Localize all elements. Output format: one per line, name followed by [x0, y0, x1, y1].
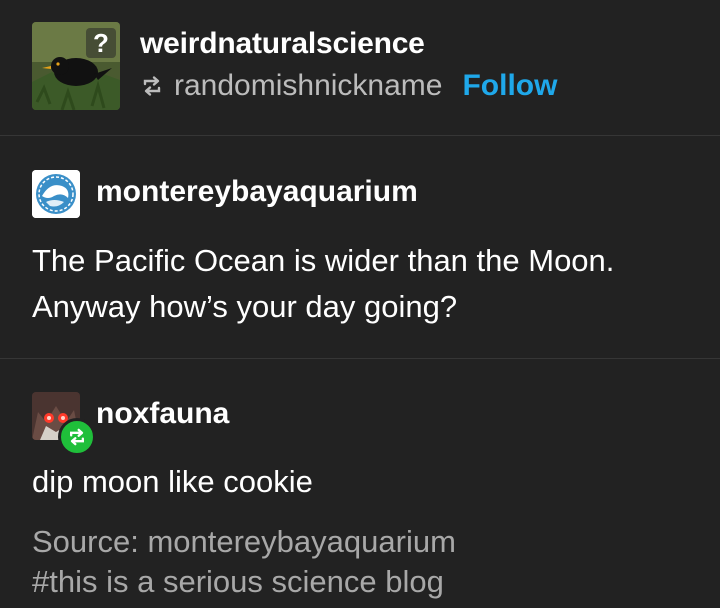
- reblog-badge-icon: [58, 418, 96, 456]
- post-body: The Pacific Ocean is wider than the Moon…: [32, 238, 692, 330]
- reblogged-from-line: randomishnickname Follow: [140, 68, 557, 104]
- blog-name[interactable]: weirdnaturalscience: [140, 26, 425, 62]
- divider: [0, 358, 720, 359]
- svg-text:?: ?: [93, 28, 109, 58]
- post-tag[interactable]: #this is a serious science blog: [32, 562, 444, 602]
- aquarium-logo-avatar[interactable]: [32, 170, 80, 218]
- post-header: ? weirdnaturalscience randomishnickname …: [0, 0, 720, 135]
- reblogged-from-name[interactable]: randomishnickname: [174, 68, 442, 104]
- reblog-icon: [143, 76, 161, 96]
- follow-button[interactable]: Follow: [462, 68, 557, 104]
- post-body: dip moon like cookie: [32, 464, 313, 499]
- post-body-line: Anyway how’s your day going?: [32, 289, 458, 324]
- post-body-line: The Pacific Ocean is wider than the Moon…: [32, 243, 615, 278]
- divider: [0, 135, 720, 136]
- source-link[interactable]: Source: montereybayaquarium: [32, 522, 456, 562]
- blackbird-avatar[interactable]: ?: [32, 22, 120, 110]
- post-author[interactable]: noxfauna: [96, 396, 229, 432]
- post-author[interactable]: montereybayaquarium: [96, 174, 418, 210]
